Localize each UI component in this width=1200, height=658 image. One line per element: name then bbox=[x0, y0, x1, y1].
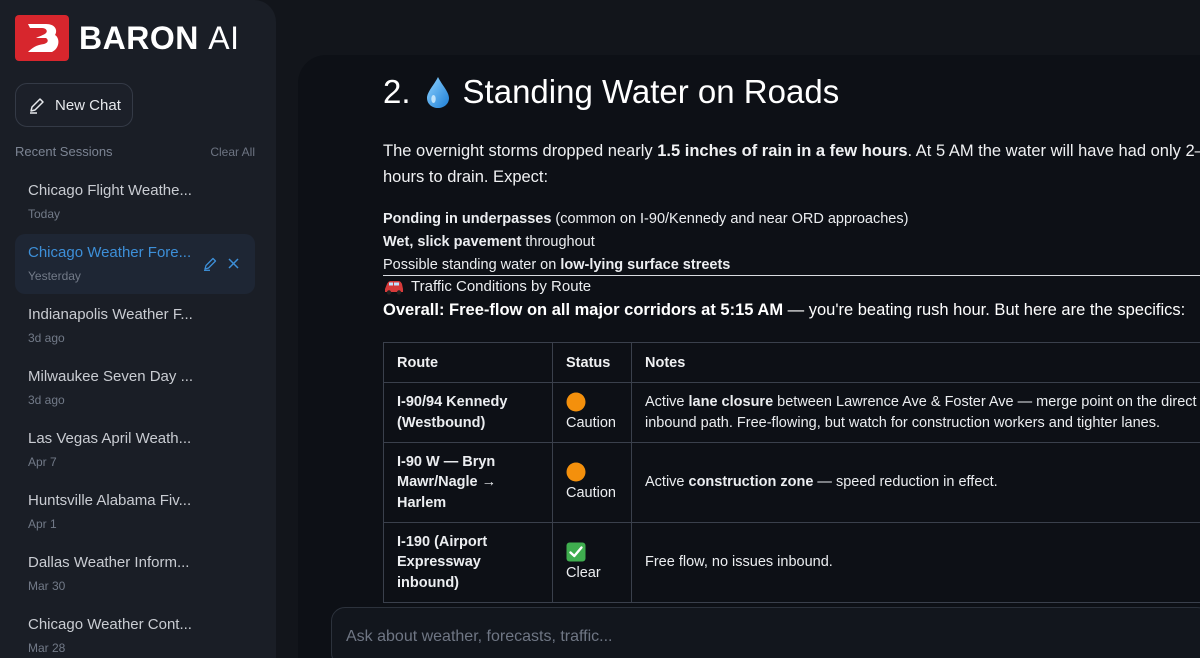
table-header-row: Route Status Notes bbox=[383, 342, 1200, 383]
heading-number: 2. bbox=[383, 73, 411, 110]
bullet-rest: (common on I-90/Kennedy and near ORD app… bbox=[551, 211, 909, 227]
status-cell: Clear bbox=[552, 522, 632, 603]
brand[interactable]: BARON AI bbox=[15, 15, 239, 61]
overall-rest: — you're beating rush hour. But here are… bbox=[783, 301, 1186, 319]
clear-all-button[interactable]: Clear All bbox=[210, 145, 255, 159]
session-date: Yesterday bbox=[28, 269, 81, 283]
bullet-item: Possible standing water on low-lying sur… bbox=[383, 254, 1200, 277]
chat-composer bbox=[331, 607, 1200, 658]
notes-cell: Active lane closure between Lawrence Ave… bbox=[631, 382, 1200, 443]
orange-circle-icon bbox=[566, 462, 586, 482]
chat-input[interactable] bbox=[346, 624, 1186, 650]
edit-icon[interactable] bbox=[203, 256, 218, 271]
overall-summary: Overall: Free-flow on all major corridor… bbox=[383, 301, 1200, 320]
bullet-rest: throughout bbox=[521, 234, 595, 250]
notes-cell: Free flow, no issues inbound. bbox=[631, 522, 1200, 603]
session-item[interactable]: Indianapolis Weather F... 3d ago bbox=[15, 296, 255, 356]
session-list: Chicago Flight Weathe... Today Chicago W… bbox=[15, 172, 255, 658]
new-chat-label: New Chat bbox=[55, 96, 121, 114]
overall-bold: Overall: Free-flow on all major corridor… bbox=[383, 301, 784, 319]
bullet-item: Wet, slick pavement throughout bbox=[383, 231, 1200, 254]
status-cell: Caution bbox=[552, 442, 632, 523]
recent-sessions-title: Recent Sessions bbox=[15, 144, 113, 159]
session-date: Mar 28 bbox=[28, 641, 66, 655]
divider bbox=[383, 275, 1200, 276]
bullet-bold: Wet, slick pavement bbox=[383, 234, 522, 250]
session-title: Chicago Weather Fore... bbox=[28, 244, 192, 261]
session-date: Today bbox=[28, 207, 61, 221]
notes-cell: Active construction zone — speed reducti… bbox=[631, 442, 1200, 523]
intro-text: The overnight storms dropped nearly bbox=[383, 142, 658, 160]
notes-rest: — speed reduction in effect. bbox=[813, 474, 998, 491]
session-item[interactable]: Chicago Flight Weathe... Today bbox=[15, 172, 255, 232]
status-text: Caution bbox=[566, 484, 616, 501]
traffic-table: Route Status Notes I-90/94 Kennedy (West… bbox=[383, 342, 1200, 603]
bullet-list: Ponding in underpasses (common on I-90/K… bbox=[383, 208, 1200, 277]
baron-logo-icon bbox=[15, 15, 69, 61]
notes-prefix: Active bbox=[645, 394, 689, 410]
session-title: Chicago Weather Cont... bbox=[28, 616, 192, 633]
session-title: Las Vegas April Weath... bbox=[28, 430, 192, 447]
pen-icon bbox=[30, 98, 44, 114]
session-date: Mar 30 bbox=[28, 579, 66, 593]
session-title: Milwaukee Seven Day ... bbox=[28, 368, 194, 385]
session-date: Apr 1 bbox=[28, 517, 57, 531]
route-cell: I-90/94 Kennedy (Westbound) bbox=[383, 382, 553, 443]
car-icon bbox=[385, 280, 403, 295]
status-text: Caution bbox=[566, 414, 616, 431]
orange-circle-icon bbox=[566, 392, 586, 412]
session-item[interactable]: Huntsville Alabama Fiv... Apr 1 bbox=[15, 482, 255, 542]
session-title: Huntsville Alabama Fiv... bbox=[28, 492, 192, 509]
brand-name: BARON AI bbox=[79, 15, 239, 61]
notes-bold: construction zone bbox=[688, 474, 814, 491]
session-date: 3d ago bbox=[28, 393, 65, 407]
recent-sessions-header: Recent Sessions Clear All bbox=[15, 144, 255, 159]
check-mark-icon bbox=[566, 542, 586, 562]
column-header: Notes bbox=[631, 342, 1200, 383]
session-date: Apr 7 bbox=[28, 455, 57, 469]
status-text: Clear bbox=[566, 564, 601, 581]
notes-bold: lane closure bbox=[688, 394, 774, 410]
session-item[interactable]: Milwaukee Seven Day ... 3d ago bbox=[15, 358, 255, 418]
session-title: Dallas Weather Inform... bbox=[28, 554, 190, 571]
session-item-active[interactable]: Chicago Weather Fore... Yesterday bbox=[15, 234, 255, 294]
table-row: I-90/94 Kennedy (Westbound) Caution Acti… bbox=[383, 382, 1200, 443]
session-item[interactable]: Chicago Weather Cont... Mar 28 bbox=[15, 606, 255, 658]
session-actions bbox=[203, 256, 241, 271]
status-cell: Caution bbox=[552, 382, 632, 443]
bullet-bold: Ponding in underpasses bbox=[383, 211, 552, 227]
session-date: 3d ago bbox=[28, 331, 65, 345]
traffic-heading: Traffic Conditions by Route bbox=[383, 278, 591, 295]
session-item[interactable]: Dallas Weather Inform... Mar 30 bbox=[15, 544, 255, 604]
notes-prefix: Active bbox=[645, 474, 689, 491]
sidebar: BARON AI New Chat Recent Sessions Clear … bbox=[0, 0, 276, 658]
notes-rest: Free flow, no issues inbound. bbox=[645, 554, 833, 571]
session-title: Indianapolis Weather F... bbox=[28, 306, 193, 323]
bullet-item: Ponding in underpasses (common on I-90/K… bbox=[383, 208, 1200, 231]
column-header: Status bbox=[552, 342, 632, 383]
bullet-prefix: Possible standing water on bbox=[383, 257, 561, 273]
heading-text: Standing Water on Roads bbox=[462, 73, 840, 110]
water-drop-icon bbox=[426, 77, 449, 108]
table-row: I-190 (Airport Expressway inbound) Clear… bbox=[383, 522, 1200, 603]
route-cell: I-190 (Airport Expressway inbound) bbox=[383, 522, 553, 603]
table-row: I-90 W — Bryn Mawr/Nagle → Harlem Cautio… bbox=[383, 442, 1200, 523]
session-item[interactable]: Las Vegas April Weath... Apr 7 bbox=[15, 420, 255, 480]
new-chat-button[interactable]: New Chat bbox=[15, 83, 133, 127]
section-heading: 2. Standing Water on Roads bbox=[383, 73, 839, 111]
traffic-title: Traffic Conditions by Route bbox=[411, 278, 592, 295]
session-title: Chicago Flight Weathe... bbox=[28, 182, 192, 199]
intro-bold: 1.5 inches of rain in a few hours bbox=[657, 142, 908, 160]
route-cell: I-90 W — Bryn Mawr/Nagle → Harlem bbox=[383, 442, 553, 523]
brand-suffix: AI bbox=[208, 20, 240, 56]
column-header: Route bbox=[383, 342, 553, 383]
brand-name-text: BARON bbox=[79, 20, 199, 56]
intro-paragraph: The overnight storms dropped nearly 1.5 … bbox=[383, 138, 1200, 190]
bullet-bold: low-lying surface streets bbox=[560, 257, 731, 273]
close-icon[interactable] bbox=[226, 256, 241, 271]
